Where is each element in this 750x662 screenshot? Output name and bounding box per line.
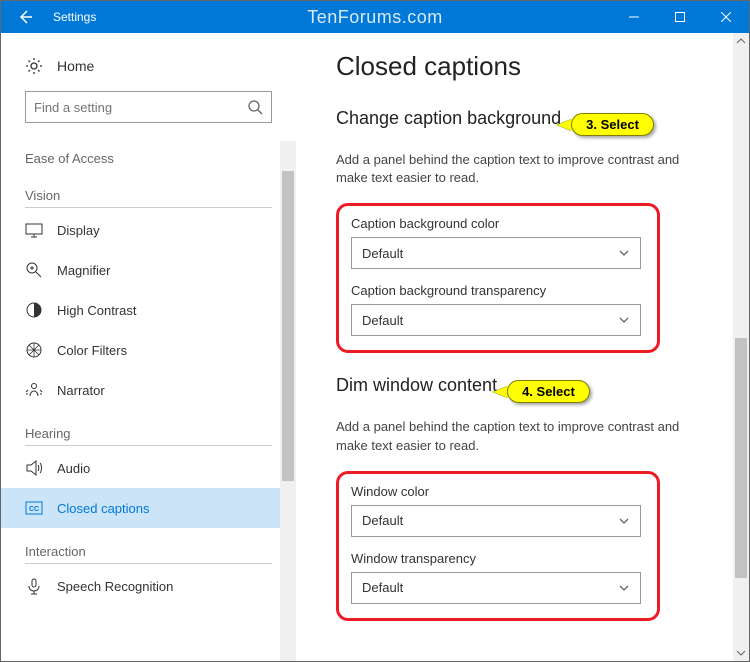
search-box[interactable]	[25, 91, 272, 123]
minimize-icon	[629, 12, 639, 22]
cc-icon: CC	[25, 499, 43, 517]
annotation-callout-3: 3. Select	[571, 113, 654, 136]
group-header-ease: Ease of Access	[1, 141, 296, 170]
sidebar-item-label: High Contrast	[57, 303, 136, 318]
sidebar-item-label: Speech Recognition	[57, 579, 173, 594]
section-desc-1: Add a panel behind the caption text to i…	[336, 151, 696, 187]
window-title: Settings	[53, 10, 96, 24]
field-label: Window color	[351, 484, 645, 499]
search-input[interactable]	[34, 100, 247, 115]
back-button[interactable]	[1, 1, 49, 33]
page-title: Closed captions	[336, 51, 721, 82]
sidebar-item-color-filters[interactable]: Color Filters	[1, 330, 296, 370]
sidebar-item-display[interactable]: Display	[1, 210, 296, 250]
caption-bg-transparency-dropdown[interactable]: Default	[351, 304, 641, 336]
sidebar-scrollbar[interactable]	[280, 141, 296, 661]
home-button[interactable]: Home	[1, 51, 296, 91]
minimize-button[interactable]	[611, 1, 657, 33]
maximize-button[interactable]	[657, 1, 703, 33]
mic-icon	[25, 577, 43, 595]
group-header-vision: Vision	[1, 170, 296, 207]
magnifier-icon	[25, 261, 43, 279]
scroll-up-button[interactable]	[735, 33, 747, 49]
search-icon	[247, 99, 263, 115]
back-arrow-icon	[17, 9, 33, 25]
field-label: Caption background transparency	[351, 283, 645, 298]
main-scrollbar[interactable]	[733, 33, 749, 661]
section-title-1: Change caption background	[336, 108, 561, 129]
divider	[25, 207, 272, 208]
chevron-down-icon	[618, 247, 630, 259]
chevron-down-icon	[618, 582, 630, 594]
scroll-down-button[interactable]	[735, 645, 747, 661]
narrator-icon	[25, 381, 43, 399]
chevron-down-icon	[618, 314, 630, 326]
gear-icon	[25, 57, 43, 75]
callout-tail-icon	[557, 119, 572, 131]
field-label: Caption background color	[351, 216, 645, 231]
close-icon	[721, 12, 731, 22]
main-content: Closed captions Change caption backgroun…	[296, 33, 749, 661]
display-icon	[25, 221, 43, 239]
contrast-icon	[25, 301, 43, 319]
sidebar-item-label: Closed captions	[57, 501, 150, 516]
callout-label: 4. Select	[507, 380, 590, 403]
section-title-2: Dim window content	[336, 375, 497, 396]
sidebar-item-high-contrast[interactable]: High Contrast	[1, 290, 296, 330]
callout-label: 3. Select	[571, 113, 654, 136]
sidebar-item-magnifier[interactable]: Magnifier	[1, 250, 296, 290]
annotation-frame-2: Window color Default Window transparency…	[336, 471, 660, 621]
sidebar-item-speech-recognition[interactable]: Speech Recognition	[1, 566, 296, 606]
section-desc-2: Add a panel behind the caption text to i…	[336, 418, 696, 454]
sidebar-item-label: Magnifier	[57, 263, 110, 278]
window-transparency-dropdown[interactable]: Default	[351, 572, 641, 604]
sidebar-item-audio[interactable]: Audio	[1, 448, 296, 488]
titlebar: Settings TenForums.com	[1, 1, 749, 33]
field-label: Window transparency	[351, 551, 645, 566]
sidebar: Home Ease of Access Vision Display Magni…	[1, 33, 296, 661]
sidebar-item-closed-captions[interactable]: CC Closed captions	[1, 488, 296, 528]
watermark-text: TenForums.com	[307, 7, 443, 28]
annotation-callout-4: 4. Select	[507, 380, 590, 403]
color-filters-icon	[25, 341, 43, 359]
sidebar-item-label: Narrator	[57, 383, 105, 398]
chevron-up-icon	[736, 36, 746, 46]
audio-icon	[25, 459, 43, 477]
chevron-down-icon	[736, 648, 746, 658]
annotation-frame-1: Caption background color Default Caption…	[336, 203, 660, 353]
dropdown-value: Default	[362, 513, 403, 528]
window-color-dropdown[interactable]: Default	[351, 505, 641, 537]
home-label: Home	[57, 58, 94, 74]
sidebar-item-label: Display	[57, 223, 100, 238]
divider	[25, 445, 272, 446]
svg-text:CC: CC	[29, 506, 39, 513]
dropdown-value: Default	[362, 580, 403, 595]
close-button[interactable]	[703, 1, 749, 33]
maximize-icon	[675, 12, 685, 22]
chevron-down-icon	[618, 515, 630, 527]
main-scroll-thumb[interactable]	[735, 338, 747, 578]
sidebar-item-label: Audio	[57, 461, 90, 476]
group-header-hearing: Hearing	[1, 410, 296, 445]
dropdown-value: Default	[362, 313, 403, 328]
sidebar-item-label: Color Filters	[57, 343, 127, 358]
window-controls	[611, 1, 749, 33]
divider	[25, 563, 272, 564]
sidebar-scroll-thumb[interactable]	[282, 171, 294, 481]
sidebar-item-narrator[interactable]: Narrator	[1, 370, 296, 410]
dropdown-value: Default	[362, 246, 403, 261]
callout-tail-icon	[493, 386, 508, 398]
group-header-interaction: Interaction	[1, 528, 296, 563]
caption-bg-color-dropdown[interactable]: Default	[351, 237, 641, 269]
